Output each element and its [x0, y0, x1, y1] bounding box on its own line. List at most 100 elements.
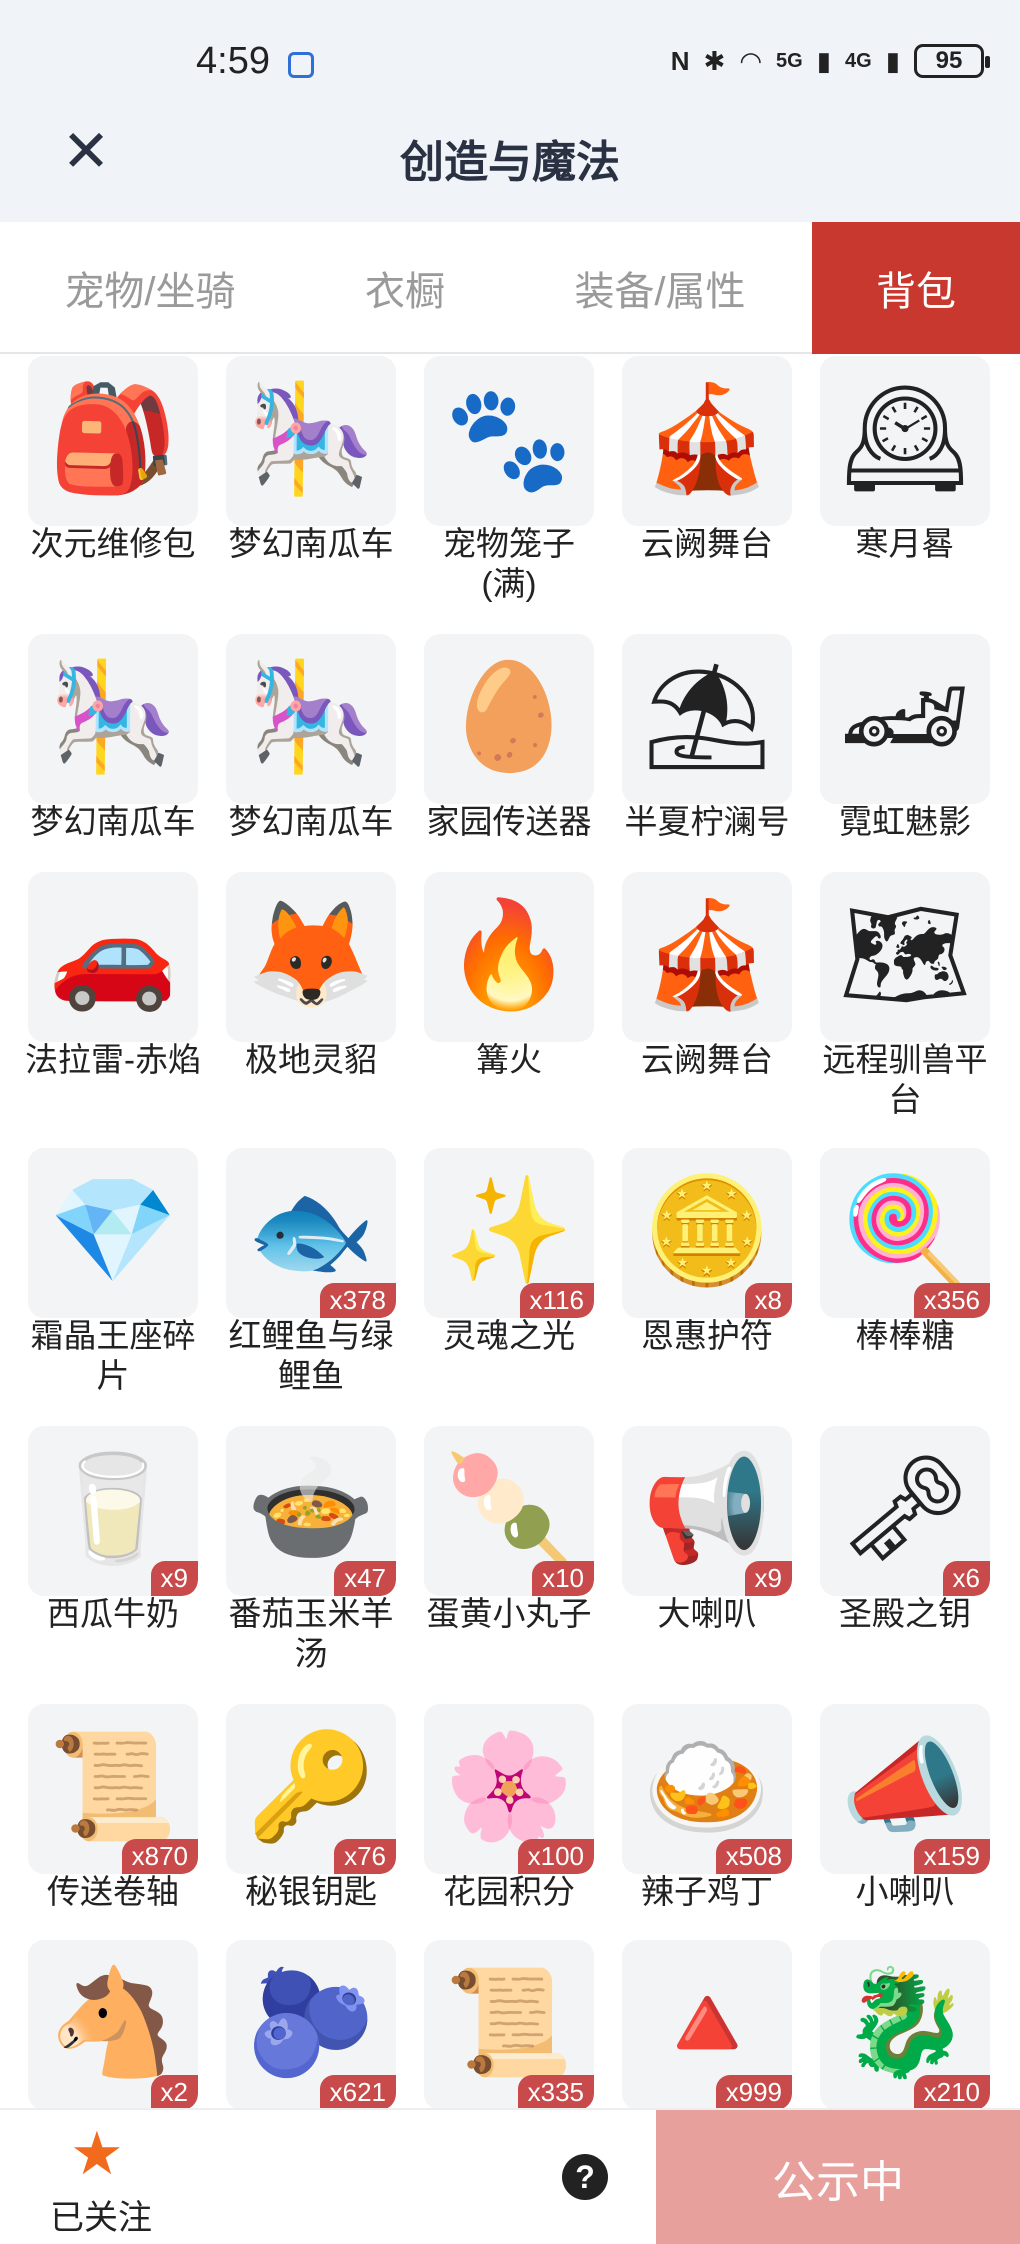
- item-name: 番茄玉米羊汤: [228, 1595, 394, 1672]
- item-thumbnail[interactable]: 🎠: [226, 634, 396, 804]
- inventory-item[interactable]: 🎒 次元维修包: [0, 356, 198, 626]
- item-thumbnail[interactable]: 📣 x159: [820, 1704, 990, 1874]
- item-thumbnail[interactable]: 🎪: [622, 872, 792, 1042]
- item-thumbnail[interactable]: 🍡 x10: [424, 1426, 594, 1596]
- inventory-item[interactable]: 🚗 法拉雷-赤焰: [0, 872, 201, 1142]
- item-thumbnail[interactable]: 🏎: [820, 634, 990, 804]
- item-thumbnail[interactable]: 💎: [28, 1148, 198, 1318]
- star-icon[interactable]: ★: [70, 2122, 124, 2186]
- item-thumbnail[interactable]: 🍛 x508: [622, 1704, 792, 1874]
- item-thumbnail[interactable]: 🐟 x378: [226, 1148, 396, 1318]
- item-thumbnail[interactable]: 🍲 x47: [226, 1426, 396, 1596]
- item-thumbnail[interactable]: 🎠: [226, 356, 396, 526]
- inventory-item[interactable]: ⛱ 半夏柠澜号: [594, 634, 792, 904]
- inventory-item[interactable]: 🔑 x76 秘银钥匙: [198, 1704, 396, 1974]
- inventory-item[interactable]: 🥛 x9 西瓜牛奶: [0, 1426, 198, 1696]
- inventory-item[interactable]: 🎠 梦幻南瓜车: [0, 634, 198, 904]
- title-bar: ✕ 创造与魔法: [0, 100, 1020, 222]
- tab-bar: 宠物/坐骑 衣橱 装备/属性 背包: [0, 222, 1020, 354]
- item-thumbnail[interactable]: 🗝 x6: [820, 1426, 990, 1596]
- item-name: 远程驯兽平台: [822, 1041, 988, 1118]
- inventory-item[interactable]: 🔺 x999: [594, 1940, 792, 2108]
- tab-backpack[interactable]: 背包: [812, 222, 1020, 354]
- item-thumbnail[interactable]: 🪙 x8: [622, 1148, 792, 1318]
- item-thumbnail[interactable]: 🔥: [424, 872, 594, 1042]
- item-icon: 🗝: [838, 1451, 972, 1567]
- item-icon: 🎠: [246, 381, 376, 497]
- inventory-item[interactable]: 🗝 x6 圣殿之钥: [792, 1426, 990, 1696]
- inventory-item[interactable]: 🕰 寒月晷: [792, 356, 990, 626]
- item-name: 云阙舞台: [641, 1041, 773, 1078]
- item-thumbnail[interactable]: 🌸 x100: [424, 1704, 594, 1874]
- help-icon[interactable]: ?: [562, 2154, 608, 2200]
- item-thumbnail[interactable]: 🎪: [622, 356, 792, 526]
- inventory-item[interactable]: 🎪 云阙舞台: [594, 356, 792, 626]
- inventory-item[interactable]: 🫐 x621: [198, 1940, 396, 2108]
- wifi-icon: ◠: [739, 45, 762, 76]
- inventory-item[interactable]: 📢 x9 大喇叭: [594, 1426, 792, 1696]
- inventory-item[interactable]: 🎠 梦幻南瓜车: [198, 356, 396, 626]
- item-thumbnail[interactable]: 🐴 x2: [28, 1940, 198, 2108]
- item-quantity-badge: x356: [913, 1283, 990, 1318]
- tab-wardrobe[interactable]: 衣橱: [300, 222, 510, 354]
- item-quantity-badge: x6: [942, 1561, 990, 1596]
- inventory-item[interactable]: 🪙 x8 恩惠护符: [594, 1148, 792, 1418]
- inventory-item[interactable]: 🎠 梦幻南瓜车: [198, 634, 396, 904]
- tab-equipment[interactable]: 装备/属性: [510, 222, 810, 354]
- item-name: 霜晶王座碎片: [30, 1317, 196, 1394]
- inventory-item[interactable]: 🐟 x378 红鲤鱼与绿鲤鱼: [198, 1148, 396, 1418]
- item-icon: 🔑: [246, 1729, 376, 1845]
- item-thumbnail[interactable]: 🕰: [820, 356, 990, 526]
- item-icon: 📢: [642, 1451, 772, 1567]
- inventory-item[interactable]: 📜 x335: [396, 1940, 594, 2108]
- item-thumbnail[interactable]: 🎒: [28, 356, 198, 526]
- item-name: 篝火: [476, 1041, 542, 1078]
- inventory-item[interactable]: 📜 x870 传送卷轴: [0, 1704, 198, 1974]
- inventory-item[interactable]: 🍲 x47 番茄玉米羊汤: [198, 1426, 396, 1696]
- item-thumbnail[interactable]: 🔑 x76: [226, 1704, 396, 1874]
- inventory-item[interactable]: 🏎 霓虹魅影: [792, 634, 990, 904]
- inventory-item[interactable]: 🐴 x2: [0, 1940, 198, 2108]
- item-icon: 🐾: [444, 381, 574, 497]
- item-thumbnail[interactable]: 🦊: [226, 872, 396, 1042]
- item-thumbnail[interactable]: ✨ x116: [424, 1148, 594, 1318]
- inventory-item[interactable]: 🔥 篝火: [396, 872, 594, 1142]
- inventory-item[interactable]: 🎪 云阙舞台: [594, 872, 792, 1142]
- inventory-item[interactable]: 🍛 x508 辣子鸡丁: [594, 1704, 792, 1974]
- item-thumbnail[interactable]: 🐾: [424, 356, 594, 526]
- item-name: 梦幻南瓜车: [228, 525, 394, 562]
- item-thumbnail[interactable]: 🥛 x9: [28, 1426, 198, 1596]
- public-button[interactable]: 公示中: [656, 2110, 1020, 2244]
- item-thumbnail[interactable]: 🎠: [28, 634, 198, 804]
- item-thumbnail[interactable]: 🚗: [28, 872, 198, 1042]
- item-thumbnail[interactable]: 📢 x9: [622, 1426, 792, 1596]
- inventory-item[interactable]: 🌸 x100 花园积分: [396, 1704, 594, 1974]
- inventory-item[interactable]: 📣 x159 小喇叭: [792, 1704, 990, 1974]
- inventory-item[interactable]: 🐾 宠物笼子(满): [396, 356, 594, 626]
- item-quantity-badge: x116: [519, 1283, 594, 1318]
- inventory-grid: 🎒 次元维修包 🎠 梦幻南瓜车 🐾 宠物笼子(满) 🎪 云阙舞台 🕰 寒月晷 🎠 梦幻南瓜车 🎠 梦幻南瓜…: [0, 356, 1020, 2108]
- inventory-item[interactable]: 💎 霜晶王座碎片: [0, 1148, 198, 1418]
- inventory-item[interactable]: 🗺 远程驯兽平台: [792, 872, 990, 1142]
- inventory-item[interactable]: 🥚 家园传送器: [396, 634, 594, 904]
- item-thumbnail[interactable]: 🍭 x356: [820, 1148, 990, 1318]
- item-thumbnail[interactable]: 🐉 x210: [820, 1940, 990, 2108]
- item-thumbnail[interactable]: 📜 x335: [424, 1940, 594, 2108]
- inventory-item[interactable]: 🍡 x10 蛋黄小丸子: [396, 1426, 594, 1696]
- signal-bars-icon: ▮: [816, 45, 831, 76]
- inventory-item[interactable]: 🍭 x356 棒棒糖: [792, 1148, 990, 1418]
- item-name: 家园传送器: [426, 803, 592, 840]
- item-thumbnail[interactable]: 🗺: [820, 872, 990, 1042]
- item-name: 寒月晷: [855, 525, 955, 562]
- item-thumbnail[interactable]: 🔺 x999: [622, 1940, 792, 2108]
- tab-pets-mounts[interactable]: 宠物/坐骑: [0, 222, 300, 354]
- item-thumbnail[interactable]: 🫐 x621: [226, 1940, 396, 2108]
- inventory-item[interactable]: 🦊 极地灵貂: [198, 872, 396, 1142]
- follow-label[interactable]: 已关注: [50, 2190, 152, 2239]
- inventory-item[interactable]: 🐉 x210: [792, 1940, 990, 2108]
- inventory-item[interactable]: ✨ x116 灵魂之光: [396, 1148, 594, 1418]
- item-thumbnail[interactable]: ⛱: [622, 634, 792, 804]
- item-name: 圣殿之钥: [839, 1595, 971, 1632]
- item-thumbnail[interactable]: 📜 x870: [28, 1704, 198, 1874]
- item-thumbnail[interactable]: 🥚: [424, 634, 594, 804]
